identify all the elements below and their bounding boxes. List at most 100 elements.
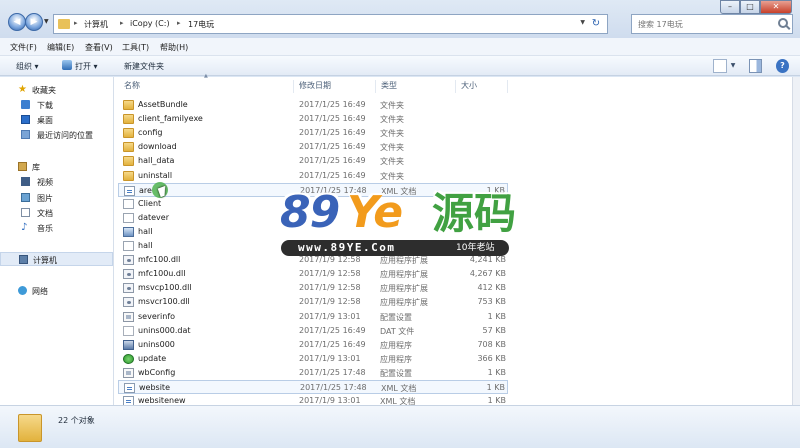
table-row[interactable]: config 2017/1/25 16:49 文件夹 (118, 126, 508, 140)
ini-icon (123, 312, 134, 322)
column-header-type[interactable]: 类型 (377, 80, 456, 93)
address-dropdown-icon[interactable]: ▼ (580, 19, 585, 26)
file-icon (123, 213, 134, 223)
table-row[interactable]: msvcr100.dll 2017/1/9 12:58 应用程序扩展 753 KB (118, 295, 508, 309)
new-folder-button[interactable]: 新建文件夹 (124, 61, 164, 72)
file-name: msvcr100.dll (138, 297, 190, 306)
column-header-date[interactable]: 修改日期 (295, 80, 376, 93)
open-button[interactable]: 打开 ▾ (75, 61, 98, 72)
file-name: are (139, 186, 152, 195)
table-row[interactable]: severinfo 2017/1/9 13:01 配置设置 1 KB (118, 310, 508, 324)
organize-button[interactable]: 组织 ▾ (16, 61, 39, 72)
table-row[interactable]: update 2017/1/9 13:01 应用程序 366 KB (118, 352, 508, 366)
view-options-dropdown[interactable]: ▼ (729, 59, 737, 73)
recent-pages-dropdown[interactable]: ▼ (44, 18, 49, 25)
file-name: uninstall (138, 171, 173, 180)
chevron-right-icon[interactable]: ▸ (74, 19, 78, 27)
change-view-icon[interactable] (713, 59, 727, 73)
watermark-logo-text: 源码 (432, 189, 517, 238)
file-name: websitenew (138, 396, 186, 405)
file-name: hall (138, 241, 153, 250)
table-row[interactable]: mfc100u.dll 2017/1/9 12:58 应用程序扩展 4,267 KB (118, 267, 508, 281)
refresh-icon[interactable]: ↻ (589, 17, 603, 31)
file-name: website (139, 383, 170, 392)
file-name: hall_data (138, 156, 175, 165)
dll-icon (123, 283, 134, 293)
table-row[interactable]: website 2017/1/25 17:48 XML 文档 1 KB (118, 380, 508, 394)
file-name: msvcp100.dll (138, 283, 192, 292)
breadcrumb-computer[interactable]: 计算机 (84, 19, 108, 30)
folder-icon (123, 114, 134, 124)
search-input[interactable] (632, 15, 772, 33)
nav-desktop[interactable]: 桌面 (0, 113, 113, 127)
nav-pictures[interactable]: 图片 (0, 191, 113, 205)
table-row[interactable]: uninstall 2017/1/25 16:49 文件夹 (118, 169, 508, 183)
address-bar-row: ◀ ▶ ▼ ▸ 计算机 ▸ iCopy (C:) ▸ 17电玩 ▼ ↻ – □ … (0, 0, 800, 38)
file-name: unins000 (138, 340, 175, 349)
table-row[interactable]: hall_data 2017/1/25 16:49 文件夹 (118, 154, 508, 168)
back-button[interactable]: ◀ (8, 13, 26, 31)
nav-libraries[interactable]: 库 (0, 160, 113, 174)
file-icon (123, 199, 134, 209)
file-date: 2017/1/9 12:58 (299, 255, 361, 264)
table-row[interactable]: msvcp100.dll 2017/1/9 12:58 应用程序扩展 412 KB (118, 281, 508, 295)
file-date: 2017/1/25 17:48 (299, 368, 366, 377)
nav-videos[interactable]: 视频 (0, 175, 113, 189)
file-name: download (138, 142, 177, 151)
close-button[interactable]: ✕ (760, 0, 792, 14)
file-name: config (138, 128, 163, 137)
file-type: 应用程序扩展 (380, 298, 428, 307)
nav-music[interactable]: ♪ 音乐 (0, 221, 113, 235)
table-row[interactable]: unins000 2017/1/25 16:49 应用程序 708 KB (118, 338, 508, 352)
file-type: 应用程序扩展 (380, 256, 428, 265)
table-row[interactable]: unins000.dat 2017/1/25 16:49 DAT 文件 57 KB (118, 324, 508, 338)
nav-downloads[interactable]: 下载 (0, 98, 113, 112)
file-type: 文件夹 (380, 101, 404, 110)
menu-view[interactable]: 查看(V) (85, 42, 113, 53)
table-row[interactable]: AssetBundle 2017/1/25 16:49 文件夹 (118, 98, 508, 112)
nav-computer[interactable]: 计算机 (0, 252, 113, 266)
minimize-button[interactable]: – (720, 0, 740, 14)
file-size: 366 KB (477, 354, 506, 363)
menu-edit[interactable]: 编辑(E) (47, 42, 74, 53)
table-row[interactable]: wbConfig 2017/1/25 17:48 配置设置 1 KB (118, 366, 508, 380)
maximize-button[interactable]: □ (740, 0, 760, 14)
nav-favorites[interactable]: ★ 收藏夹 (0, 83, 113, 97)
nav-recent-places[interactable]: 最近访问的位置 (0, 128, 113, 142)
table-row[interactable]: client_familyexe 2017/1/25 16:49 文件夹 (118, 112, 508, 126)
chevron-right-icon[interactable]: ▸ (120, 19, 124, 27)
nav-network[interactable]: 网络 (0, 284, 113, 298)
file-size: 708 KB (477, 340, 506, 349)
update-app-icon (123, 354, 134, 364)
breadcrumb-drive[interactable]: iCopy (C:) (130, 19, 170, 28)
menu-tools[interactable]: 工具(T) (122, 42, 149, 53)
breadcrumb-folder[interactable]: 17电玩 (188, 19, 214, 30)
file-size: 1 KB (487, 312, 506, 321)
search-icon[interactable] (778, 18, 788, 28)
column-header-size[interactable]: 大小 (457, 80, 508, 93)
file-name: update (138, 354, 167, 363)
help-icon[interactable]: ? (776, 59, 789, 73)
video-icon (21, 177, 30, 186)
sort-ascending-icon: ▲ (204, 73, 208, 79)
menu-file[interactable]: 文件(F) (10, 42, 37, 53)
folder-icon (18, 414, 42, 442)
search-box[interactable] (631, 14, 793, 34)
file-name: client_familyexe (138, 114, 203, 123)
preview-pane-icon[interactable] (749, 59, 762, 73)
dll-icon (123, 255, 134, 265)
column-header-name[interactable]: 名称 (120, 80, 294, 93)
breadcrumb[interactable]: ▸ 计算机 ▸ iCopy (C:) ▸ 17电玩 ▼ ↻ (53, 14, 608, 34)
installer-icon (123, 340, 134, 350)
table-row[interactable]: download 2017/1/25 16:49 文件夹 (118, 140, 508, 154)
file-type: 应用程序扩展 (380, 270, 428, 279)
chevron-right-icon[interactable]: ▸ (177, 19, 181, 27)
folder-icon (58, 19, 70, 29)
vertical-scrollbar[interactable] (792, 77, 800, 405)
xml-file-icon (124, 186, 135, 196)
folder-icon (123, 100, 134, 110)
menu-help[interactable]: 帮助(H) (160, 42, 188, 53)
nav-documents[interactable]: 文档 (0, 206, 113, 220)
file-date: 2017/1/9 12:58 (299, 269, 361, 278)
forward-button[interactable]: ▶ (25, 13, 43, 31)
